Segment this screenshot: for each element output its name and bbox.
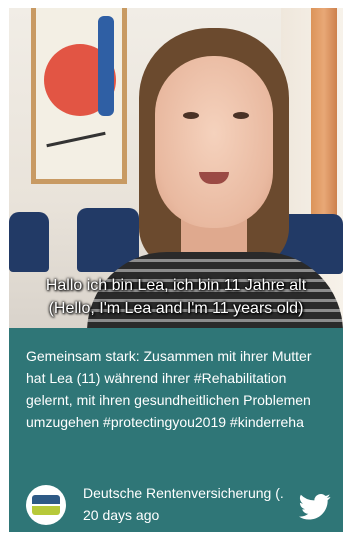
- subtitle-line-1: Hallo ich bin Lea, ich bin 11 Jahre alt: [45, 277, 307, 294]
- wall-poster: [31, 8, 127, 184]
- subtitle-line-2: (Hello, I'm Lea and I'm 11 years old): [48, 300, 304, 317]
- post-text: Gemeinsam stark: Zusammen mit ihrer Mutt…: [26, 348, 312, 430]
- post-footer: Deutsche Rentenversicherung (. 20 days a…: [9, 475, 343, 532]
- social-post-card[interactable]: Hallo ich bin Lea, ich bin 11 Jahre alt …: [9, 8, 343, 532]
- background-chair: [9, 212, 49, 272]
- person-face: [155, 56, 273, 228]
- author-avatar[interactable]: [26, 485, 66, 525]
- person-eye: [183, 112, 199, 119]
- post-timestamp[interactable]: 20 days ago: [83, 507, 159, 523]
- person-eye: [233, 112, 249, 119]
- author-name[interactable]: Deutsche Rentenversicherung (.: [83, 485, 299, 501]
- drv-logo-bottom: [32, 506, 60, 515]
- drv-logo-top: [32, 495, 60, 504]
- twitter-bird-icon[interactable]: [299, 493, 331, 521]
- video-subtitle: Hallo ich bin Lea, ich bin 11 Jahre alt …: [9, 274, 343, 320]
- background-curtain: [311, 8, 337, 238]
- video-player[interactable]: Hallo ich bin Lea, ich bin 11 Jahre alt …: [9, 8, 343, 328]
